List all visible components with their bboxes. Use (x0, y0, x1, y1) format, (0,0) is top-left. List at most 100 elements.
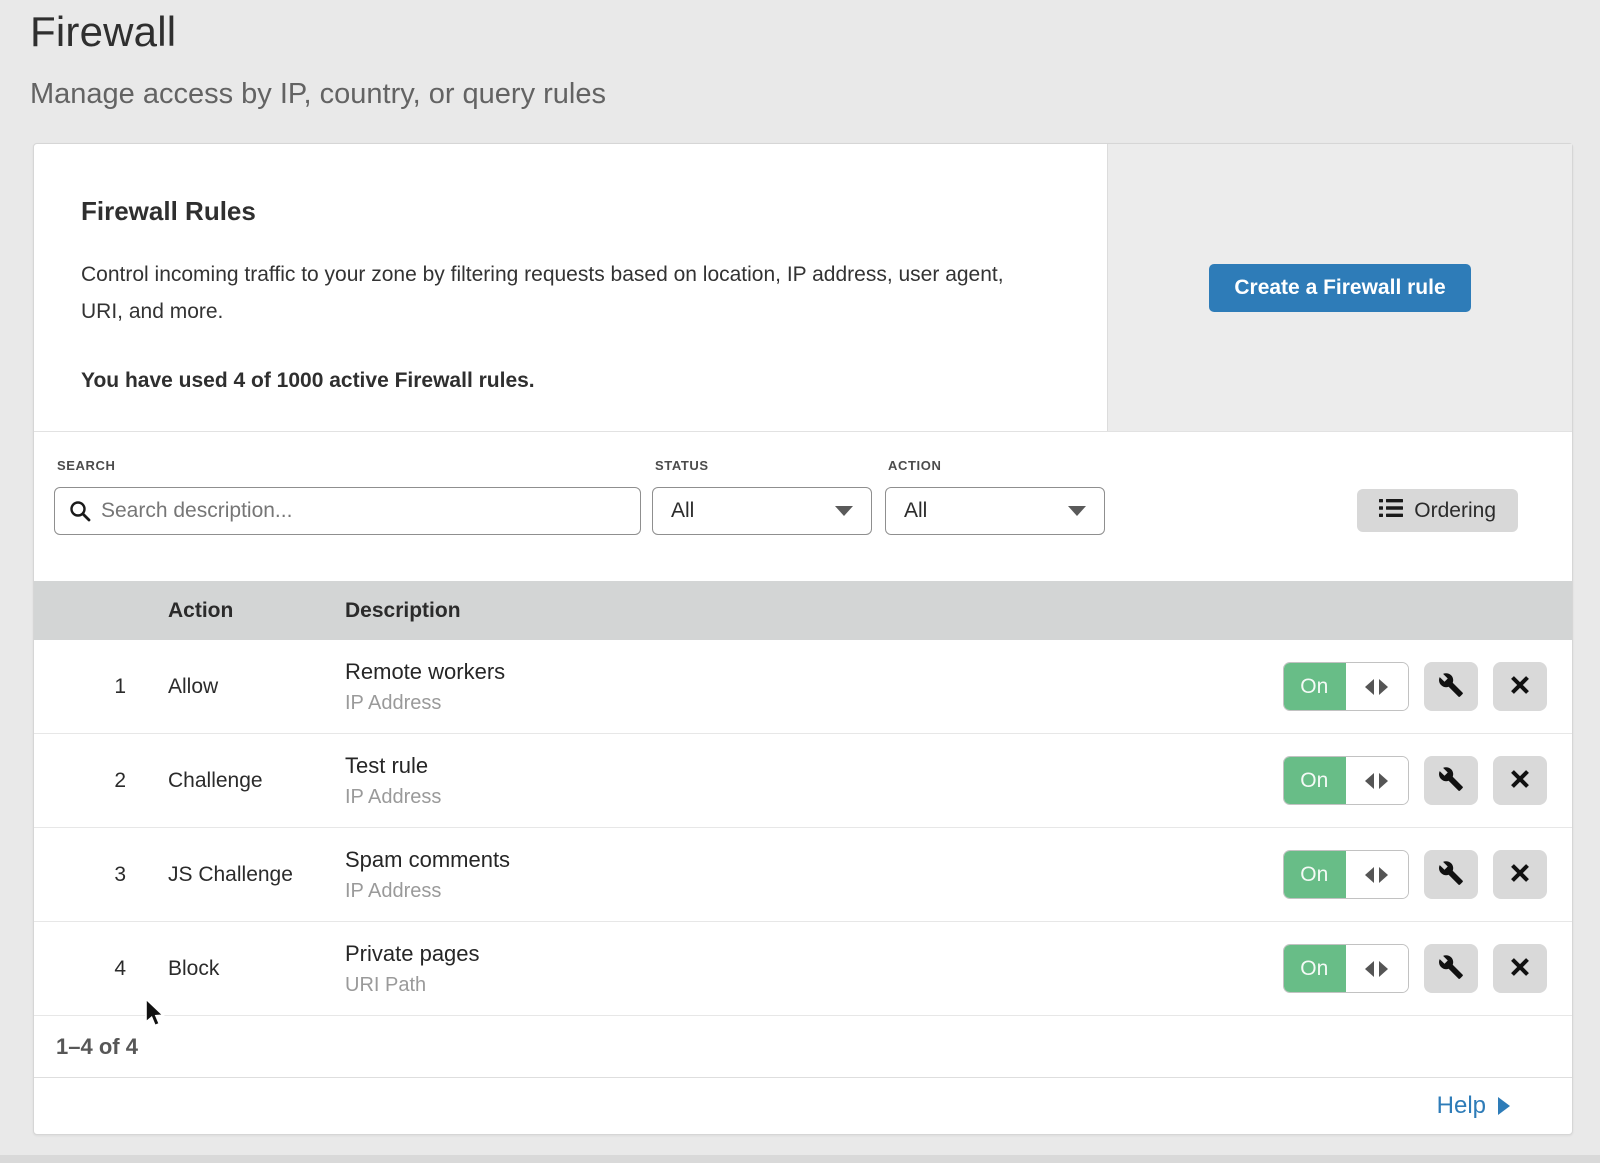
rule-description-cell: Remote workers IP Address (345, 659, 1283, 715)
close-icon (1508, 955, 1532, 982)
ordering-button-label: Ordering (1414, 499, 1496, 523)
rules-heading: Firewall Rules (81, 196, 1047, 227)
rule-action: JS Challenge (168, 863, 345, 887)
table-row: 3 JS Challenge Spam comments IP Address … (34, 828, 1572, 922)
rules-table-body: 1 Allow Remote workers IP Address On (34, 640, 1572, 1016)
help-link-label: Help (1437, 1092, 1486, 1120)
rule-description-cell: Test rule IP Address (345, 753, 1283, 809)
status-selected-value: All (671, 499, 694, 523)
search-input[interactable] (54, 487, 641, 535)
wrench-icon (1438, 672, 1464, 701)
wrench-icon (1438, 766, 1464, 795)
edit-rule-button[interactable] (1424, 662, 1478, 711)
edit-rule-button[interactable] (1424, 850, 1478, 899)
page-subtitle: Manage access by IP, country, or query r… (30, 78, 1600, 111)
table-row: 1 Allow Remote workers IP Address On (34, 640, 1572, 734)
rule-match-field: IP Address (345, 880, 1283, 903)
close-icon (1508, 673, 1532, 700)
firewall-rules-card: Firewall Rules Control incoming traffic … (33, 143, 1573, 1135)
arrow-left-icon (1365, 961, 1374, 977)
filter-bar: SEARCH STATUS All ACTION All (34, 432, 1572, 581)
rule-action: Challenge (168, 769, 345, 793)
pagination-row: 1–4 of 4 (34, 1016, 1572, 1078)
toggle-handle[interactable] (1346, 945, 1409, 992)
table-row: 2 Challenge Test rule IP Address On (34, 734, 1572, 828)
wrench-icon (1438, 954, 1464, 983)
edit-rule-button[interactable] (1424, 944, 1478, 993)
arrow-right-icon (1379, 961, 1388, 977)
action-filter-group: ACTION All (885, 458, 1105, 535)
rules-intro-text: Firewall Rules Control incoming traffic … (34, 144, 1107, 431)
toggle-on-label: On (1283, 944, 1346, 993)
create-firewall-rule-button[interactable]: Create a Firewall rule (1209, 264, 1470, 312)
column-description: Description (345, 599, 1572, 623)
rule-controls: On (1283, 662, 1572, 711)
rule-action: Block (168, 957, 345, 981)
rule-controls: On (1283, 756, 1572, 805)
rule-enabled-toggle[interactable]: On (1283, 756, 1409, 805)
column-action: Action (168, 599, 345, 623)
action-select[interactable]: All (885, 487, 1105, 535)
arrow-left-icon (1365, 867, 1374, 883)
delete-rule-button[interactable] (1493, 944, 1547, 993)
list-ordering-icon (1379, 498, 1403, 524)
rules-description: Control incoming traffic to your zone by… (81, 257, 1041, 331)
toggle-handle[interactable] (1346, 757, 1409, 804)
search-label: SEARCH (57, 458, 641, 473)
rule-description-cell: Private pages URI Path (345, 941, 1283, 997)
rule-description: Spam comments (345, 847, 1283, 873)
rule-action: Allow (168, 675, 345, 699)
rule-description-cell: Spam comments IP Address (345, 847, 1283, 903)
delete-rule-button[interactable] (1493, 756, 1547, 805)
wrench-icon (1438, 860, 1464, 889)
chevron-down-icon (835, 506, 853, 516)
toggle-on-label: On (1283, 662, 1346, 711)
status-label: STATUS (655, 458, 872, 473)
delete-rule-button[interactable] (1493, 662, 1547, 711)
rule-priority: 3 (34, 863, 168, 887)
arrow-left-icon (1365, 679, 1374, 695)
search-icon (69, 500, 91, 527)
search-filter-group: SEARCH (54, 458, 641, 535)
page-header: Firewall Manage access by IP, country, o… (0, 0, 1600, 111)
delete-rule-button[interactable] (1493, 850, 1547, 899)
close-icon (1508, 767, 1532, 794)
arrow-right-icon (1379, 773, 1388, 789)
help-row: Help (34, 1078, 1572, 1134)
rule-enabled-toggle[interactable]: On (1283, 944, 1409, 993)
toggle-handle[interactable] (1346, 851, 1409, 898)
arrow-left-icon (1365, 773, 1374, 789)
pagination-count: 1–4 of 4 (56, 1034, 138, 1060)
rule-match-field: URI Path (345, 974, 1283, 997)
toggle-handle[interactable] (1346, 663, 1409, 710)
rule-priority: 4 (34, 957, 168, 981)
help-link[interactable]: Help (1437, 1092, 1510, 1120)
edit-rule-button[interactable] (1424, 756, 1478, 805)
rule-match-field: IP Address (345, 786, 1283, 809)
arrow-right-icon (1379, 867, 1388, 883)
rule-controls: On (1283, 850, 1572, 899)
table-row: 4 Block Private pages URI Path On (34, 922, 1572, 1016)
rule-priority: 1 (34, 675, 168, 699)
arrow-right-icon (1498, 1097, 1510, 1115)
rules-intro-section: Firewall Rules Control incoming traffic … (34, 144, 1572, 432)
rule-controls: On (1283, 944, 1572, 993)
status-select[interactable]: All (652, 487, 872, 535)
chevron-down-icon (1068, 506, 1086, 516)
arrow-right-icon (1379, 679, 1388, 695)
page-title: Firewall (30, 8, 1600, 56)
close-icon (1508, 861, 1532, 888)
ordering-button[interactable]: Ordering (1357, 489, 1518, 532)
rule-enabled-toggle[interactable]: On (1283, 662, 1409, 711)
rules-usage-count: You have used 4 of 1000 active Firewall … (81, 369, 1047, 393)
rule-description: Private pages (345, 941, 1283, 967)
rules-table-header: Action Description (34, 581, 1572, 640)
toggle-on-label: On (1283, 850, 1346, 899)
rule-match-field: IP Address (345, 692, 1283, 715)
toggle-on-label: On (1283, 756, 1346, 805)
rule-description: Test rule (345, 753, 1283, 779)
rule-enabled-toggle[interactable]: On (1283, 850, 1409, 899)
status-filter-group: STATUS All (652, 458, 872, 535)
action-selected-value: All (904, 499, 927, 523)
rule-description: Remote workers (345, 659, 1283, 685)
